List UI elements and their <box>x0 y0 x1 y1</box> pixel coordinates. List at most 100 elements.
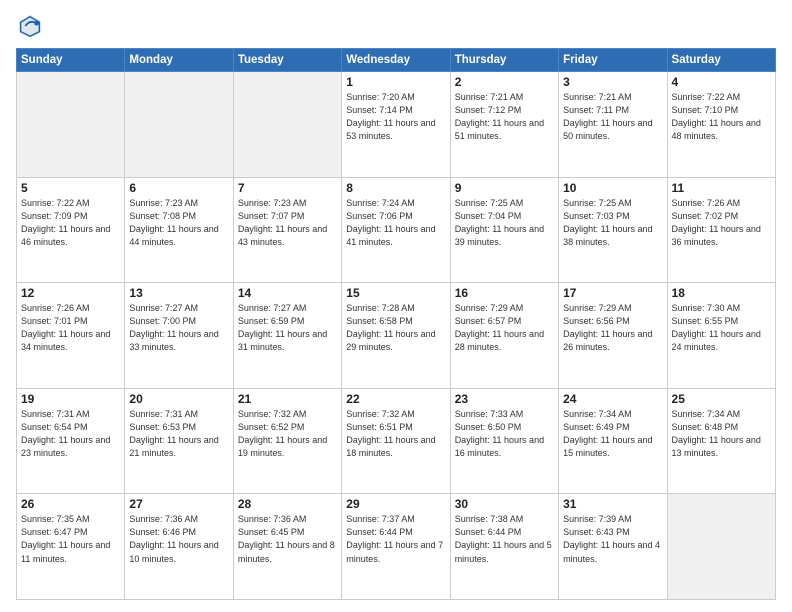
calendar-cell <box>233 72 341 178</box>
day-number: 24 <box>563 392 662 406</box>
day-number: 26 <box>21 497 120 511</box>
day-info: Sunrise: 7:32 AMSunset: 6:52 PMDaylight:… <box>238 408 337 460</box>
day-info: Sunrise: 7:25 AMSunset: 7:03 PMDaylight:… <box>563 197 662 249</box>
calendar-cell <box>125 72 233 178</box>
day-info: Sunrise: 7:38 AMSunset: 6:44 PMDaylight:… <box>455 513 554 565</box>
calendar-cell: 4 Sunrise: 7:22 AMSunset: 7:10 PMDaylight… <box>667 72 775 178</box>
day-number: 27 <box>129 497 228 511</box>
logo-icon <box>16 12 44 40</box>
calendar-cell: 23 Sunrise: 7:33 AMSunset: 6:50 PMDayligh… <box>450 388 558 494</box>
calendar-cell: 18 Sunrise: 7:30 AMSunset: 6:55 PMDayligh… <box>667 283 775 389</box>
day-info: Sunrise: 7:24 AMSunset: 7:06 PMDaylight:… <box>346 197 445 249</box>
day-number: 11 <box>672 181 771 195</box>
calendar-cell: 9 Sunrise: 7:25 AMSunset: 7:04 PMDaylight… <box>450 177 558 283</box>
calendar-cell: 1 Sunrise: 7:20 AMSunset: 7:14 PMDaylight… <box>342 72 450 178</box>
weekday-header-friday: Friday <box>559 49 667 72</box>
calendar-cell <box>667 494 775 600</box>
day-number: 4 <box>672 75 771 89</box>
week-row-3: 12Sunrise: 7:26 AMSunset: 7:01 PMDayligh… <box>17 283 776 389</box>
day-number: 30 <box>455 497 554 511</box>
week-row-4: 19 Sunrise: 7:31 AMSunset: 6:54 PMDayligh… <box>17 388 776 494</box>
calendar-cell: 8 Sunrise: 7:24 AMSunset: 7:06 PMDaylight… <box>342 177 450 283</box>
calendar-cell: 30 Sunrise: 7:38 AMSunset: 6:44 PMDayligh… <box>450 494 558 600</box>
day-info: Sunrise: 7:29 AMSunset: 6:56 PMDaylight:… <box>563 302 662 354</box>
day-info: Sunrise: 7:33 AMSunset: 6:50 PMDaylight:… <box>455 408 554 460</box>
day-number: 19 <box>21 392 120 406</box>
day-number: 10 <box>563 181 662 195</box>
header <box>16 12 776 40</box>
day-info: Sunrise: 7:36 AMSunset: 6:46 PMDaylight:… <box>129 513 228 565</box>
day-number: 8 <box>346 181 445 195</box>
day-number: 29 <box>346 497 445 511</box>
day-number: 23 <box>455 392 554 406</box>
day-number: 18 <box>672 286 771 300</box>
weekday-header-row: SundayMondayTuesdayWednesdayThursdayFrid… <box>17 49 776 72</box>
week-row-2: 5 Sunrise: 7:22 AMSunset: 7:09 PMDaylight… <box>17 177 776 283</box>
day-info: Sunrise: 7:31 AMSunset: 6:53 PMDaylight:… <box>129 408 228 460</box>
day-info: Sunrise: 7:23 AMSunset: 7:07 PMDaylight:… <box>238 197 337 249</box>
calendar-cell: 22Sunrise: 7:32 AMSunset: 6:51 PMDayligh… <box>342 388 450 494</box>
day-number: 9 <box>455 181 554 195</box>
day-info: Sunrise: 7:27 AMSunset: 6:59 PMDaylight:… <box>238 302 337 354</box>
calendar-cell: 12Sunrise: 7:26 AMSunset: 7:01 PMDayligh… <box>17 283 125 389</box>
day-info: Sunrise: 7:21 AMSunset: 7:12 PMDaylight:… <box>455 91 554 143</box>
calendar-cell: 7 Sunrise: 7:23 AMSunset: 7:07 PMDaylight… <box>233 177 341 283</box>
day-number: 2 <box>455 75 554 89</box>
day-info: Sunrise: 7:26 AMSunset: 7:02 PMDaylight:… <box>672 197 771 249</box>
day-info: Sunrise: 7:39 AMSunset: 6:43 PMDaylight:… <box>563 513 662 565</box>
calendar-cell: 11 Sunrise: 7:26 AMSunset: 7:02 PMDayligh… <box>667 177 775 283</box>
day-number: 16 <box>455 286 554 300</box>
day-info: Sunrise: 7:28 AMSunset: 6:58 PMDaylight:… <box>346 302 445 354</box>
day-info: Sunrise: 7:23 AMSunset: 7:08 PMDaylight:… <box>129 197 228 249</box>
day-info: Sunrise: 7:26 AMSunset: 7:01 PMDaylight:… <box>21 302 120 354</box>
day-info: Sunrise: 7:30 AMSunset: 6:55 PMDaylight:… <box>672 302 771 354</box>
calendar-cell: 16 Sunrise: 7:29 AMSunset: 6:57 PMDayligh… <box>450 283 558 389</box>
day-number: 20 <box>129 392 228 406</box>
day-number: 21 <box>238 392 337 406</box>
day-info: Sunrise: 7:34 AMSunset: 6:49 PMDaylight:… <box>563 408 662 460</box>
weekday-header-tuesday: Tuesday <box>233 49 341 72</box>
day-info: Sunrise: 7:34 AMSunset: 6:48 PMDaylight:… <box>672 408 771 460</box>
day-number: 28 <box>238 497 337 511</box>
weekday-header-monday: Monday <box>125 49 233 72</box>
day-info: Sunrise: 7:25 AMSunset: 7:04 PMDaylight:… <box>455 197 554 249</box>
day-info: Sunrise: 7:36 AMSunset: 6:45 PMDaylight:… <box>238 513 337 565</box>
day-number: 25 <box>672 392 771 406</box>
calendar-cell <box>17 72 125 178</box>
calendar-cell: 21 Sunrise: 7:32 AMSunset: 6:52 PMDayligh… <box>233 388 341 494</box>
day-info: Sunrise: 7:22 AMSunset: 7:09 PMDaylight:… <box>21 197 120 249</box>
week-row-1: 1 Sunrise: 7:20 AMSunset: 7:14 PMDaylight… <box>17 72 776 178</box>
calendar-cell: 2 Sunrise: 7:21 AMSunset: 7:12 PMDaylight… <box>450 72 558 178</box>
weekday-header-wednesday: Wednesday <box>342 49 450 72</box>
calendar-cell: 19 Sunrise: 7:31 AMSunset: 6:54 PMDayligh… <box>17 388 125 494</box>
day-number: 7 <box>238 181 337 195</box>
calendar-cell: 5 Sunrise: 7:22 AMSunset: 7:09 PMDaylight… <box>17 177 125 283</box>
calendar-cell: 3 Sunrise: 7:21 AMSunset: 7:11 PMDaylight… <box>559 72 667 178</box>
calendar-cell: 17 Sunrise: 7:29 AMSunset: 6:56 PMDayligh… <box>559 283 667 389</box>
day-number: 3 <box>563 75 662 89</box>
day-info: Sunrise: 7:37 AMSunset: 6:44 PMDaylight:… <box>346 513 445 565</box>
day-number: 5 <box>21 181 120 195</box>
logo <box>16 12 48 40</box>
day-number: 1 <box>346 75 445 89</box>
calendar-cell: 20 Sunrise: 7:31 AMSunset: 6:53 PMDayligh… <box>125 388 233 494</box>
day-info: Sunrise: 7:20 AMSunset: 7:14 PMDaylight:… <box>346 91 445 143</box>
calendar-cell: 15Sunrise: 7:28 AMSunset: 6:58 PMDayligh… <box>342 283 450 389</box>
calendar-cell: 24 Sunrise: 7:34 AMSunset: 6:49 PMDayligh… <box>559 388 667 494</box>
weekday-header-saturday: Saturday <box>667 49 775 72</box>
day-info: Sunrise: 7:22 AMSunset: 7:10 PMDaylight:… <box>672 91 771 143</box>
day-number: 17 <box>563 286 662 300</box>
calendar-cell: 28 Sunrise: 7:36 AMSunset: 6:45 PMDayligh… <box>233 494 341 600</box>
day-info: Sunrise: 7:35 AMSunset: 6:47 PMDaylight:… <box>21 513 120 565</box>
day-info: Sunrise: 7:31 AMSunset: 6:54 PMDaylight:… <box>21 408 120 460</box>
calendar-table: SundayMondayTuesdayWednesdayThursdayFrid… <box>16 48 776 600</box>
day-info: Sunrise: 7:21 AMSunset: 7:11 PMDaylight:… <box>563 91 662 143</box>
day-number: 31 <box>563 497 662 511</box>
weekday-header-sunday: Sunday <box>17 49 125 72</box>
day-info: Sunrise: 7:29 AMSunset: 6:57 PMDaylight:… <box>455 302 554 354</box>
day-number: 13 <box>129 286 228 300</box>
calendar-cell: 29 Sunrise: 7:37 AMSunset: 6:44 PMDayligh… <box>342 494 450 600</box>
calendar-cell: 13Sunrise: 7:27 AMSunset: 7:00 PMDayligh… <box>125 283 233 389</box>
calendar-cell: 27 Sunrise: 7:36 AMSunset: 6:46 PMDayligh… <box>125 494 233 600</box>
week-row-5: 26 Sunrise: 7:35 AMSunset: 6:47 PMDayligh… <box>17 494 776 600</box>
